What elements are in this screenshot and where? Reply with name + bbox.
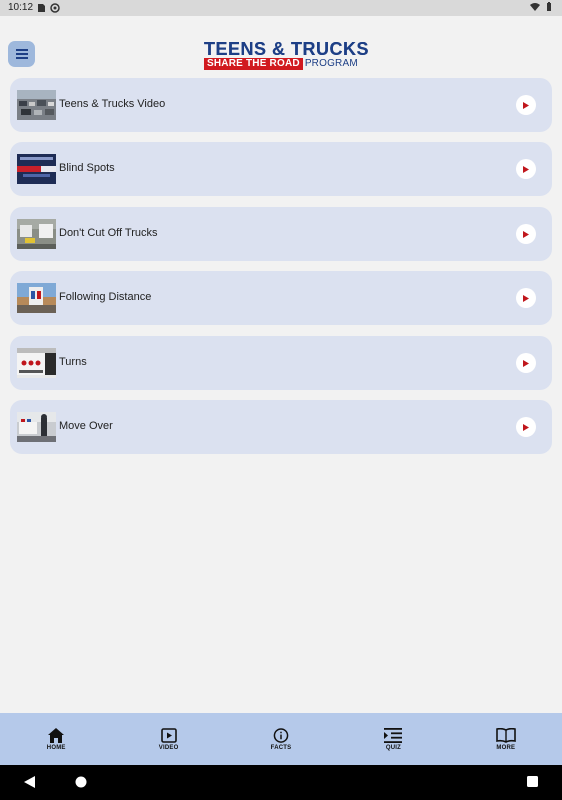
list-item-label: Don't Cut Off Trucks	[59, 227, 158, 239]
play-button[interactable]	[516, 353, 536, 373]
video-thumbnail	[17, 283, 56, 313]
play-icon	[523, 359, 529, 367]
list-item-dont-cut-off-trucks[interactable]: Don't Cut Off Trucks	[10, 207, 552, 261]
list-item-label: Blind Spots	[59, 162, 115, 174]
video-icon	[160, 727, 177, 743]
list-item-label: Following Distance	[59, 291, 152, 303]
wifi-icon	[530, 3, 540, 11]
info-icon	[273, 727, 289, 743]
logo-tagline: SHARE THE ROAD	[204, 58, 303, 70]
play-icon	[523, 101, 529, 109]
list-item-following-distance[interactable]: Following Distance	[10, 271, 552, 325]
status-bar: 10:12	[0, 0, 562, 16]
bottom-nav: HOME VIDEO FACTS QUIZ MORE	[0, 713, 562, 765]
list-item-label: Move Over	[59, 420, 113, 432]
system-nav-bar	[0, 765, 562, 800]
app-logo: TEENS & TRUCKS SHARE THE ROAD PROGRAM	[204, 39, 370, 70]
play-button[interactable]	[516, 288, 536, 308]
menu-button[interactable]	[8, 41, 35, 67]
nav-label: FACTS	[270, 744, 292, 751]
app-header: TEENS & TRUCKS SHARE THE ROAD PROGRAM	[0, 16, 562, 76]
nav-label: QUIZ	[385, 744, 401, 751]
nav-label: MORE	[496, 744, 516, 751]
hamburger-icon	[15, 49, 28, 59]
play-button[interactable]	[516, 224, 536, 244]
quiz-icon	[384, 727, 403, 743]
play-icon	[523, 423, 529, 431]
nav-label: VIDEO	[158, 744, 179, 751]
nav-label: HOME	[46, 744, 66, 751]
status-time: 10:12	[8, 2, 34, 13]
play-button[interactable]	[516, 95, 536, 115]
home-button-icon[interactable]	[75, 776, 87, 788]
video-thumbnail	[17, 412, 56, 442]
play-icon	[523, 294, 529, 302]
list-item-blind-spots[interactable]: Blind Spots	[10, 142, 552, 196]
list-item-turns[interactable]: Turns	[10, 336, 552, 390]
video-thumbnail	[17, 154, 56, 184]
recents-icon[interactable]	[527, 776, 538, 787]
battery-icon	[547, 2, 551, 11]
nav-item-facts[interactable]: FACTS	[225, 713, 337, 765]
list-item-label: Turns	[59, 356, 87, 368]
home-icon	[48, 727, 65, 743]
nav-item-quiz[interactable]: QUIZ	[337, 713, 449, 765]
list-item-label: Teens & Trucks Video	[59, 98, 166, 110]
nav-item-video[interactable]: VIDEO	[112, 713, 224, 765]
play-button[interactable]	[516, 159, 536, 179]
list-item-teens-trucks-video[interactable]: Teens & Trucks Video	[10, 78, 552, 132]
video-thumbnail	[17, 348, 56, 378]
sync-icon	[50, 3, 60, 13]
play-icon	[523, 165, 529, 173]
book-icon	[496, 727, 516, 743]
sd-card-icon	[38, 4, 45, 12]
nav-item-more[interactable]: MORE	[450, 713, 562, 765]
play-icon	[523, 230, 529, 238]
logo-program: PROGRAM	[304, 58, 358, 69]
back-icon[interactable]	[24, 776, 35, 788]
video-thumbnail	[17, 90, 56, 120]
list-item-move-over[interactable]: Move Over	[10, 400, 552, 454]
nav-item-home[interactable]: HOME	[0, 713, 112, 765]
video-thumbnail	[17, 219, 56, 249]
logo-title: TEENS & TRUCKS	[204, 39, 370, 59]
play-button[interactable]	[516, 417, 536, 437]
